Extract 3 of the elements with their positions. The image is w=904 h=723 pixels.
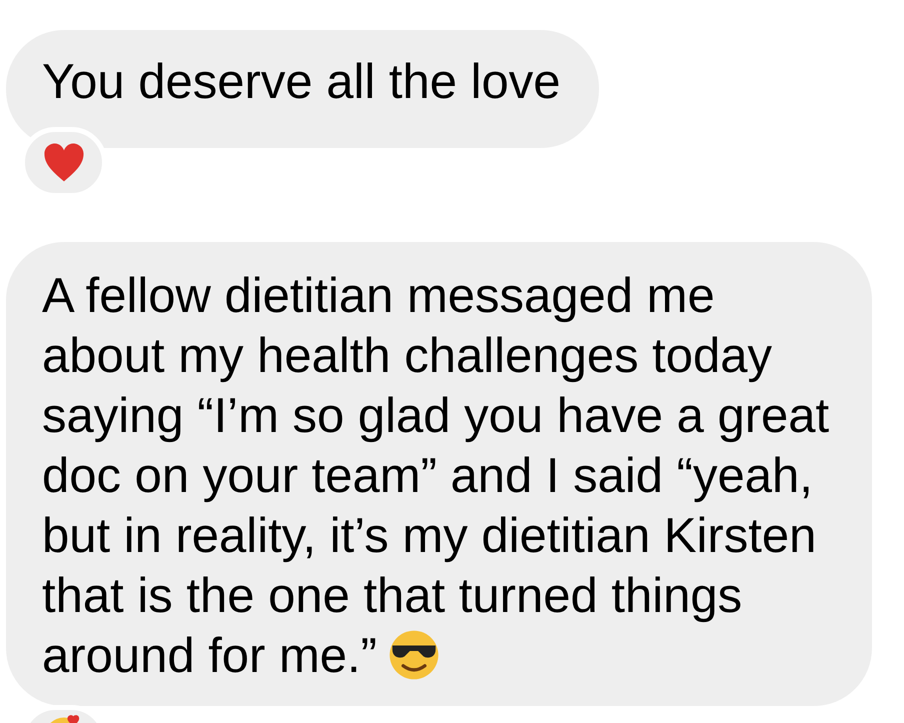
sunglasses-face-icon: [387, 628, 441, 682]
message-text: You deserve all the love: [42, 55, 560, 109]
message-text: A fellow dietitian messaged me about my health challenges today saying “I’m so glad you have a great doc on your team” and I said “yeah, but in reality, it’s my dietitian Kirsten that is the one that turned things around for me.”: [42, 269, 830, 683]
